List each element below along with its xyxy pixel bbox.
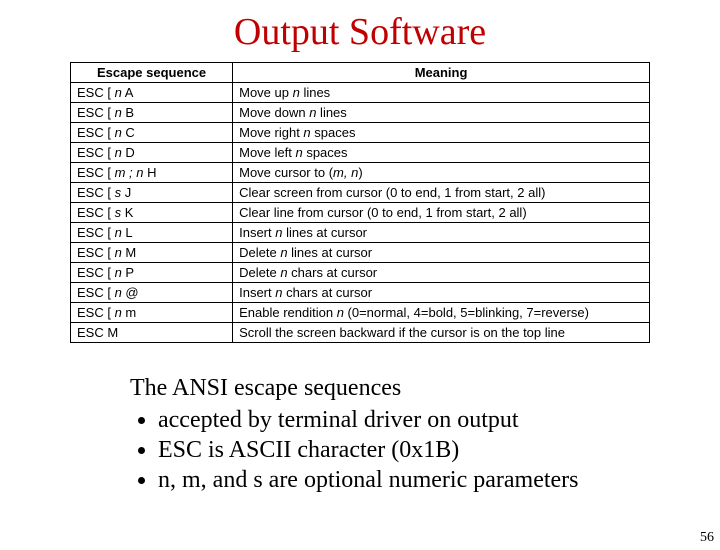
table-row: ESC [ n AMove up n lines	[71, 83, 650, 103]
cell-escape-sequence: ESC M	[71, 323, 233, 343]
table-row: ESC [ n mEnable rendition n (0=normal, 4…	[71, 303, 650, 323]
cell-meaning: Scroll the screen backward if the cursor…	[233, 323, 650, 343]
cell-escape-sequence: ESC [ s K	[71, 203, 233, 223]
escape-sequence-table: Escape sequence Meaning ESC [ n AMove up…	[70, 62, 650, 343]
cell-escape-sequence: ESC [ n D	[71, 143, 233, 163]
cell-meaning: Insert n chars at cursor	[233, 283, 650, 303]
table-header-row: Escape sequence Meaning	[71, 63, 650, 83]
cell-escape-sequence: ESC [ n B	[71, 103, 233, 123]
cell-escape-sequence: ESC [ m ; n H	[71, 163, 233, 183]
cell-meaning: Insert n lines at cursor	[233, 223, 650, 243]
table-row: ESC [ n LInsert n lines at cursor	[71, 223, 650, 243]
table-row: ESC [ n @Insert n chars at cursor	[71, 283, 650, 303]
cell-escape-sequence: ESC [ n L	[71, 223, 233, 243]
table-row: ESC [ n MDelete n lines at cursor	[71, 243, 650, 263]
cell-meaning: Move right n spaces	[233, 123, 650, 143]
cell-escape-sequence: ESC [ n P	[71, 263, 233, 283]
table-row: ESC [ n DMove left n spaces	[71, 143, 650, 163]
cell-meaning: Enable rendition n (0=normal, 4=bold, 5=…	[233, 303, 650, 323]
cell-meaning: Clear line from cursor (0 to end, 1 from…	[233, 203, 650, 223]
table-row: ESC [ s JClear screen from cursor (0 to …	[71, 183, 650, 203]
cell-escape-sequence: ESC [ n M	[71, 243, 233, 263]
col-header-meaning: Meaning	[233, 63, 650, 83]
col-header-escape: Escape sequence	[71, 63, 233, 83]
cell-escape-sequence: ESC [ n C	[71, 123, 233, 143]
escape-sequence-table-container: Escape sequence Meaning ESC [ n AMove up…	[70, 62, 650, 343]
list-item: n, m, and s are optional numeric paramet…	[158, 465, 720, 495]
cell-escape-sequence: ESC [ n @	[71, 283, 233, 303]
table-row: ESC [ n CMove right n spaces	[71, 123, 650, 143]
cell-meaning: Move down n lines	[233, 103, 650, 123]
list-item: accepted by terminal driver on output	[158, 405, 720, 435]
list-item: ESC is ASCII character (0x1B)	[158, 435, 720, 465]
table-row: ESC [ s KClear line from cursor (0 to en…	[71, 203, 650, 223]
page-number: 56	[700, 530, 714, 546]
cell-meaning: Clear screen from cursor (0 to end, 1 fr…	[233, 183, 650, 203]
notes-list: accepted by terminal driver on output ES…	[130, 405, 720, 495]
slide: Output Software Escape sequence Meaning …	[0, 10, 720, 550]
cell-meaning: Move cursor to (m, n)	[233, 163, 650, 183]
table-row: ESC MScroll the screen backward if the c…	[71, 323, 650, 343]
cell-meaning: Delete n lines at cursor	[233, 243, 650, 263]
table-row: ESC [ m ; n HMove cursor to (m, n)	[71, 163, 650, 183]
table-row: ESC [ n BMove down n lines	[71, 103, 650, 123]
cell-escape-sequence: ESC [ n m	[71, 303, 233, 323]
cell-escape-sequence: ESC [ n A	[71, 83, 233, 103]
cell-meaning: Move up n lines	[233, 83, 650, 103]
cell-meaning: Move left n spaces	[233, 143, 650, 163]
table-row: ESC [ n PDelete n chars at cursor	[71, 263, 650, 283]
cell-meaning: Delete n chars at cursor	[233, 263, 650, 283]
notes-block: The ANSI escape sequences accepted by te…	[130, 373, 720, 495]
cell-escape-sequence: ESC [ s J	[71, 183, 233, 203]
page-title: Output Software	[0, 10, 720, 54]
notes-heading: The ANSI escape sequences	[130, 373, 720, 403]
